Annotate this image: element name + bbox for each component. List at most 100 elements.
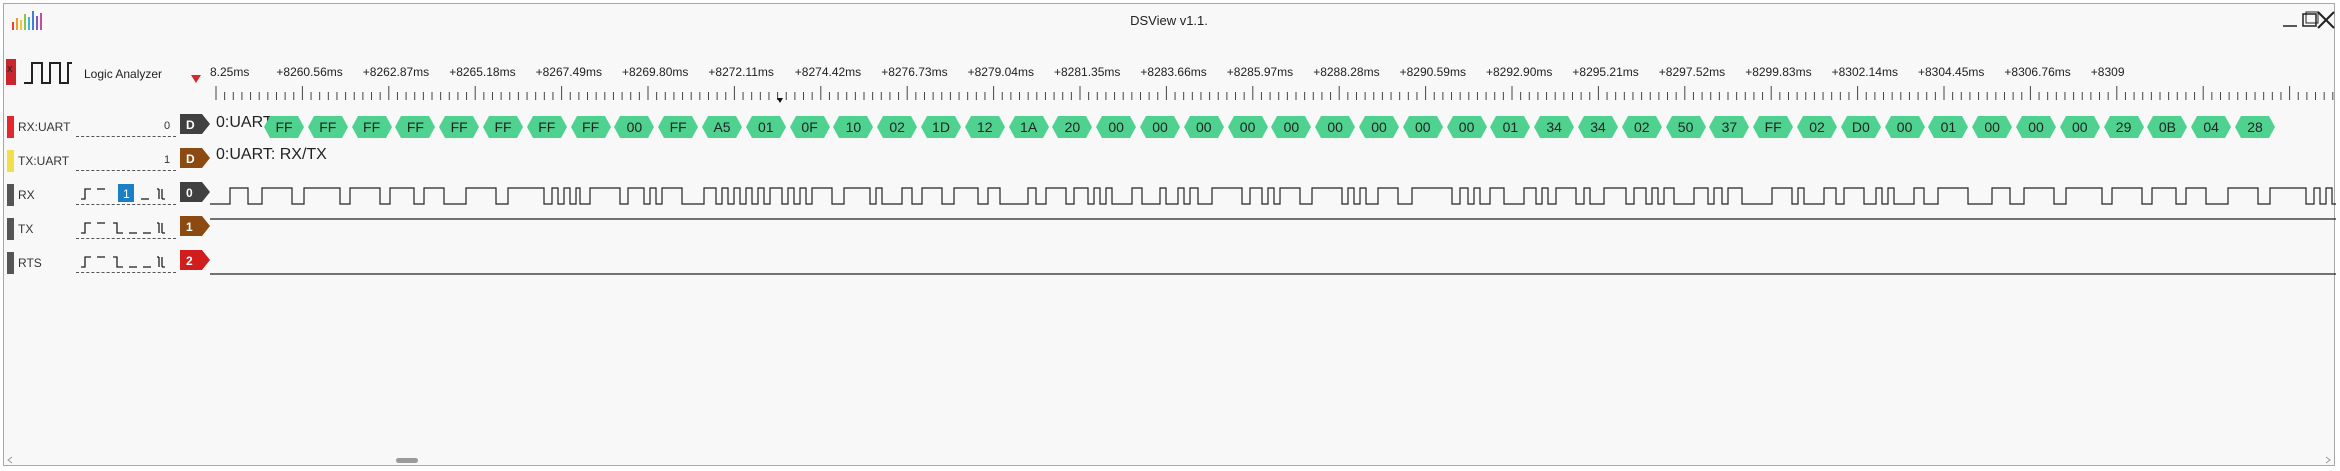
ruler-label: +8260.56ms [276, 65, 343, 79]
decoded-byte-label: A5 [713, 119, 731, 135]
minimize-icon[interactable] [2279, 10, 2301, 30]
decoded-byte-label: 02 [1634, 119, 1650, 135]
decoded-byte[interactable]: 29 [2103, 116, 2144, 138]
decoded-byte[interactable]: 00 [1271, 116, 1312, 138]
decoded-byte-label: 37 [1721, 119, 1738, 135]
decoded-byte[interactable]: 00 [1972, 116, 2013, 138]
decoded-byte[interactable]: 01 [1928, 116, 1969, 138]
cursor-marker [777, 98, 783, 103]
rts-waveform[interactable] [210, 248, 2336, 278]
decoded-byte[interactable]: FF [307, 116, 348, 138]
decoded-byte[interactable]: A5 [702, 116, 742, 138]
decoded-byte[interactable]: FF [570, 116, 611, 138]
decoded-byte[interactable]: 01 [1490, 116, 1531, 138]
decoded-byte[interactable]: FF [483, 116, 523, 138]
scroll-right-icon[interactable] [2324, 456, 2332, 464]
decoded-byte-label: 29 [2115, 119, 2132, 135]
decoded-byte-label: FF [363, 119, 381, 135]
decoded-byte-label: 00 [1984, 119, 2000, 135]
decoded-byte[interactable]: 00 [2016, 116, 2056, 138]
decoded-byte[interactable]: 02 [1797, 116, 1837, 138]
decoded-byte[interactable]: 34 [1578, 116, 1618, 138]
decoded-byte-label: 00 [1371, 119, 1387, 135]
rx-uart-index: 0 [164, 120, 171, 132]
decoded-byte[interactable]: 00 [2059, 116, 2100, 138]
decoded-byte[interactable]: 00 [1446, 116, 1487, 138]
tx-waveform[interactable] [210, 214, 2336, 244]
decoded-byte[interactable]: FF [439, 116, 480, 138]
tx-uart-color-swatch[interactable] [7, 150, 14, 172]
decoded-byte-label: FF [319, 119, 337, 135]
decoded-byte[interactable]: FF [264, 116, 304, 138]
rx-waveform[interactable] [210, 180, 2336, 210]
tx-divider [76, 238, 176, 239]
decoded-byte[interactable]: 00 [1315, 116, 1356, 138]
tx-color-swatch[interactable] [7, 218, 14, 240]
rx-trigger-selector[interactable]: 1 [79, 184, 175, 202]
rx-color-swatch[interactable] [7, 184, 14, 206]
decoded-byte[interactable]: 12 [964, 116, 1005, 138]
rx-channel-tag[interactable]: 0 [180, 182, 210, 202]
decoded-byte[interactable]: FF [395, 116, 436, 138]
decoded-byte-label: FF [582, 119, 600, 135]
rx-uart-name: RX:UART [18, 120, 71, 134]
decoded-byte[interactable]: 20 [1052, 116, 1093, 138]
decoded-byte[interactable]: 34 [1534, 116, 1575, 138]
decoded-byte[interactable]: 1D [921, 116, 961, 138]
decoded-byte[interactable]: 00 [1402, 116, 1443, 138]
tx-channel-tag[interactable]: 1 [180, 216, 210, 236]
rx-uart-color-swatch[interactable] [7, 116, 14, 138]
decoded-byte[interactable]: 0F [789, 116, 830, 138]
ruler-label: +8306.76ms [2004, 65, 2071, 79]
decoded-byte[interactable]: 28 [2235, 116, 2275, 138]
decoded-byte[interactable]: 50 [1665, 116, 1706, 138]
horizontal-scrollbar[interactable] [4, 454, 2334, 466]
ruler-label: +8295.21ms [1572, 65, 1639, 79]
decoded-byte[interactable]: 04 [2191, 116, 2232, 138]
rx-uart-decoder-tag[interactable]: D [180, 114, 210, 134]
decoded-byte[interactable]: 37 [1709, 116, 1750, 138]
decoded-byte[interactable]: FF [526, 116, 567, 138]
decoded-byte[interactable]: 00 [1096, 116, 1137, 138]
tx-uart-decoder-tag[interactable]: D [180, 148, 210, 168]
decoded-byte[interactable]: 01 [745, 116, 786, 138]
decoded-byte-label: FF [494, 119, 512, 135]
decoded-byte-label: FF [275, 119, 293, 135]
rx-uart-divider [76, 136, 176, 137]
decoded-byte[interactable]: FF [351, 116, 392, 138]
svg-text:1: 1 [186, 220, 193, 234]
decoded-byte-label: FF [538, 119, 556, 135]
rts-channel-tag[interactable]: 2 [180, 250, 210, 270]
rts-color-swatch[interactable] [7, 252, 14, 274]
svg-text:2: 2 [186, 254, 193, 268]
close-icon[interactable] [2315, 10, 2337, 30]
tx-trigger-selector[interactable] [79, 218, 175, 236]
analyzer-mode-icon[interactable]: x [6, 59, 16, 85]
rx-signal-trace [210, 187, 2336, 205]
decoded-byte[interactable]: 00 [1359, 116, 1399, 138]
decoded-byte[interactable]: 02 [877, 116, 918, 138]
time-ruler[interactable]: 8.25ms +8260.56ms +8262.87ms +8265.18ms +826… [210, 54, 2336, 106]
decoded-byte[interactable]: 0B [2147, 116, 2188, 138]
decoded-byte[interactable]: FF [1753, 116, 1794, 138]
decoded-byte[interactable]: D0 [1840, 116, 1881, 138]
decoded-byte[interactable]: 10 [833, 116, 874, 138]
decoded-byte[interactable]: 00 [1227, 116, 1268, 138]
decoded-byte[interactable]: 00 [1884, 116, 1925, 138]
ruler-label: +8265.18ms [449, 65, 516, 79]
scrollbar-thumb[interactable] [396, 458, 418, 463]
decoded-byte[interactable]: 02 [1621, 116, 1662, 138]
decoded-byte-label: FF [1764, 119, 1782, 135]
decoded-byte[interactable]: 1A [1008, 116, 1049, 138]
decoded-byte-label: FF [669, 119, 687, 135]
decoded-byte[interactable]: 00 [1140, 116, 1180, 138]
decoded-byte[interactable]: FF [658, 116, 699, 138]
decoded-byte-label: 01 [1940, 119, 1957, 135]
window-title: DSView v1.1. [1130, 13, 1208, 28]
decoded-byte[interactable]: 00 [1183, 116, 1224, 138]
decoded-byte-label: 00 [2028, 119, 2044, 135]
decoded-byte[interactable]: 00 [614, 116, 655, 138]
rts-trigger-selector[interactable] [79, 252, 175, 270]
scroll-left-icon[interactable] [6, 456, 14, 464]
trigger-position-icon[interactable] [190, 74, 202, 84]
